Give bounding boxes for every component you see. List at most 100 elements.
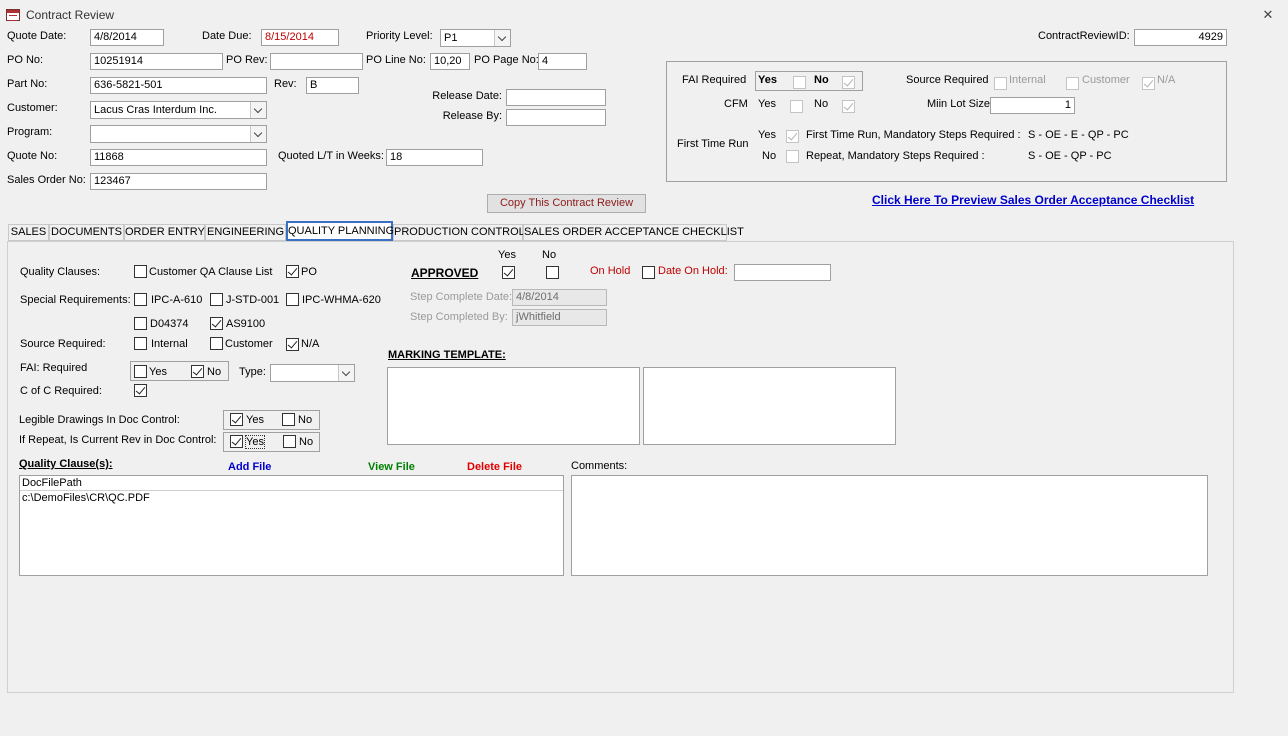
approved-no-checkbox[interactable] <box>546 266 559 279</box>
view-file-link[interactable]: View File <box>368 461 415 473</box>
contract-review-id-field[interactable]: 4929 <box>1134 29 1227 46</box>
list-item[interactable]: c:\DemoFiles\CR\QC.PDF <box>20 491 563 505</box>
chevron-down-icon[interactable] <box>250 102 266 118</box>
priority-label: Priority Level: <box>366 30 433 42</box>
quote-date-label: Quote Date: <box>7 30 67 42</box>
quoted-lt-field[interactable]: 18 <box>386 149 483 166</box>
cfm-no-checkbox[interactable] <box>842 100 855 113</box>
fai-no-checkbox[interactable] <box>842 76 855 89</box>
comments-textarea[interactable] <box>571 475 1208 576</box>
quoted-lt-label: Quoted L/T in Weeks: <box>278 150 384 162</box>
chevron-down-icon[interactable] <box>494 30 510 46</box>
legible-yes-checkbox[interactable] <box>230 413 243 426</box>
close-icon[interactable]: ✕ <box>1261 7 1275 23</box>
customer-select[interactable]: Lacus Cras Interdum Inc. <box>90 101 267 119</box>
customer-label: Customer: <box>7 102 58 114</box>
date-on-hold-field[interactable] <box>734 264 831 281</box>
qp-source-customer-label: Customer <box>225 338 273 350</box>
marking-template-left-box[interactable] <box>387 367 640 445</box>
quality-clauses-list-label: Quality Clause(s): <box>19 458 113 470</box>
step-complete-date-field[interactable]: 4/8/2014 <box>512 289 607 306</box>
fai-yes-checkbox[interactable] <box>793 76 806 89</box>
ipc-a-610-checkbox[interactable] <box>134 293 147 306</box>
tab-sales-order-acceptance-checklist[interactable]: SALES ORDER ACCEPTANCE CHECKLIST <box>523 224 744 241</box>
quality-clauses-file-list[interactable]: DocFilePath c:\DemoFiles\CR\QC.PDF <box>19 475 564 576</box>
quote-date-field[interactable]: 4/8/2014 <box>90 29 164 46</box>
customer-qa-clause-list-label: Customer QA Clause List <box>149 266 273 278</box>
rev-field[interactable]: B <box>306 77 359 94</box>
cfm-label: CFM <box>724 98 748 110</box>
coc-required-checkbox[interactable] <box>134 384 147 397</box>
special-requirements-label: Special Requirements: <box>20 294 131 306</box>
qp-source-internal-checkbox[interactable] <box>134 337 147 350</box>
preview-checklist-link[interactable]: Click Here To Preview Sales Order Accept… <box>872 193 1194 207</box>
repeat-rev-yes-checkbox[interactable] <box>230 435 243 448</box>
coc-required-label: C of C Required: <box>20 385 102 397</box>
source-required-label: Source Required <box>906 74 989 86</box>
first-time-run-label: First Time Run <box>677 138 749 150</box>
customer-value: Lacus Cras Interdum Inc. <box>94 104 217 116</box>
tab-quality-planning[interactable]: QUALITY PLANNING <box>286 221 394 241</box>
repeat-rev-no-checkbox[interactable] <box>283 435 296 448</box>
step-completed-by-label: Step Completed By: <box>410 311 508 323</box>
qp-source-required-label: Source Required: <box>20 338 106 350</box>
qp-source-na-checkbox[interactable] <box>286 338 299 351</box>
type-select[interactable] <box>270 364 355 382</box>
po-checkbox[interactable] <box>286 265 299 278</box>
sales-order-no-field[interactable]: 123467 <box>90 173 267 190</box>
customer-qa-clause-list-checkbox[interactable] <box>134 265 147 278</box>
release-by-field[interactable] <box>506 109 606 126</box>
program-select[interactable] <box>90 125 267 143</box>
copy-contract-review-button[interactable]: Copy This Contract Review <box>487 194 646 213</box>
tab-documents[interactable]: DOCUMENTS <box>49 224 124 241</box>
approved-yes-checkbox[interactable] <box>502 266 515 279</box>
qp-fai-yes-checkbox[interactable] <box>134 365 147 378</box>
legible-no-checkbox[interactable] <box>282 413 295 426</box>
as9100-checkbox[interactable] <box>210 317 223 330</box>
qp-source-customer-checkbox[interactable] <box>210 337 223 350</box>
source-customer-checkbox[interactable] <box>1066 77 1079 90</box>
source-internal-label: Internal <box>1009 74 1046 86</box>
first-time-yes-checkbox[interactable] <box>786 130 799 143</box>
po-page-no-field[interactable]: 4 <box>538 53 587 70</box>
qp-fai-yes-label: Yes <box>149 366 167 378</box>
date-due-field[interactable]: 8/15/2014 <box>261 29 339 46</box>
min-lot-label: Miin Lot Size <box>927 98 990 110</box>
add-file-link[interactable]: Add File <box>228 461 271 473</box>
min-lot-field[interactable]: 1 <box>990 97 1075 114</box>
chevron-down-icon[interactable] <box>250 126 266 142</box>
release-date-field[interactable] <box>506 89 606 106</box>
first-time-no-checkbox[interactable] <box>786 150 799 163</box>
quote-no-field[interactable]: 11868 <box>90 149 267 166</box>
qp-fai-required-label: FAI: Required <box>20 362 88 374</box>
chevron-down-icon[interactable] <box>338 365 354 381</box>
source-internal-checkbox[interactable] <box>994 77 1007 90</box>
cfm-yes-checkbox[interactable] <box>790 100 803 113</box>
j-std-001-checkbox[interactable] <box>210 293 223 306</box>
cfm-yes-label: Yes <box>758 98 776 110</box>
source-na-checkbox[interactable] <box>1142 77 1155 90</box>
po-rev-field[interactable] <box>270 53 363 70</box>
d04374-checkbox[interactable] <box>134 317 147 330</box>
po-no-field[interactable]: 10251914 <box>90 53 223 70</box>
on-hold-checkbox[interactable] <box>642 266 655 279</box>
ipc-whma-620-label: IPC-WHMA-620 <box>302 294 381 306</box>
step-completed-by-field[interactable]: jWhitfield <box>512 309 607 326</box>
fai-required-label: FAI Required <box>682 74 747 86</box>
tab-production-control[interactable]: PRODUCTION CONTROL <box>393 224 525 241</box>
marking-template-label: MARKING TEMPLATE: <box>388 349 506 361</box>
marking-template-right-box[interactable] <box>643 367 896 445</box>
tab-engineering[interactable]: ENGINEERING <box>205 224 286 241</box>
tab-order-entry[interactable]: ORDER ENTRY <box>124 224 205 241</box>
ipc-whma-620-checkbox[interactable] <box>286 293 299 306</box>
delete-file-link[interactable]: Delete File <box>467 461 522 473</box>
repeat-rev-yes-label: Yes <box>245 435 265 449</box>
priority-select[interactable]: P1 <box>440 29 511 47</box>
part-no-field[interactable]: 636-5821-501 <box>90 77 267 94</box>
quote-no-label: Quote No: <box>7 150 58 162</box>
qp-fai-no-checkbox[interactable] <box>191 365 204 378</box>
tab-sales[interactable]: SALES <box>8 224 49 241</box>
type-label: Type: <box>239 366 266 378</box>
j-std-001-label: J-STD-001 <box>226 294 280 306</box>
po-line-no-field[interactable]: 10,20 <box>430 53 470 70</box>
